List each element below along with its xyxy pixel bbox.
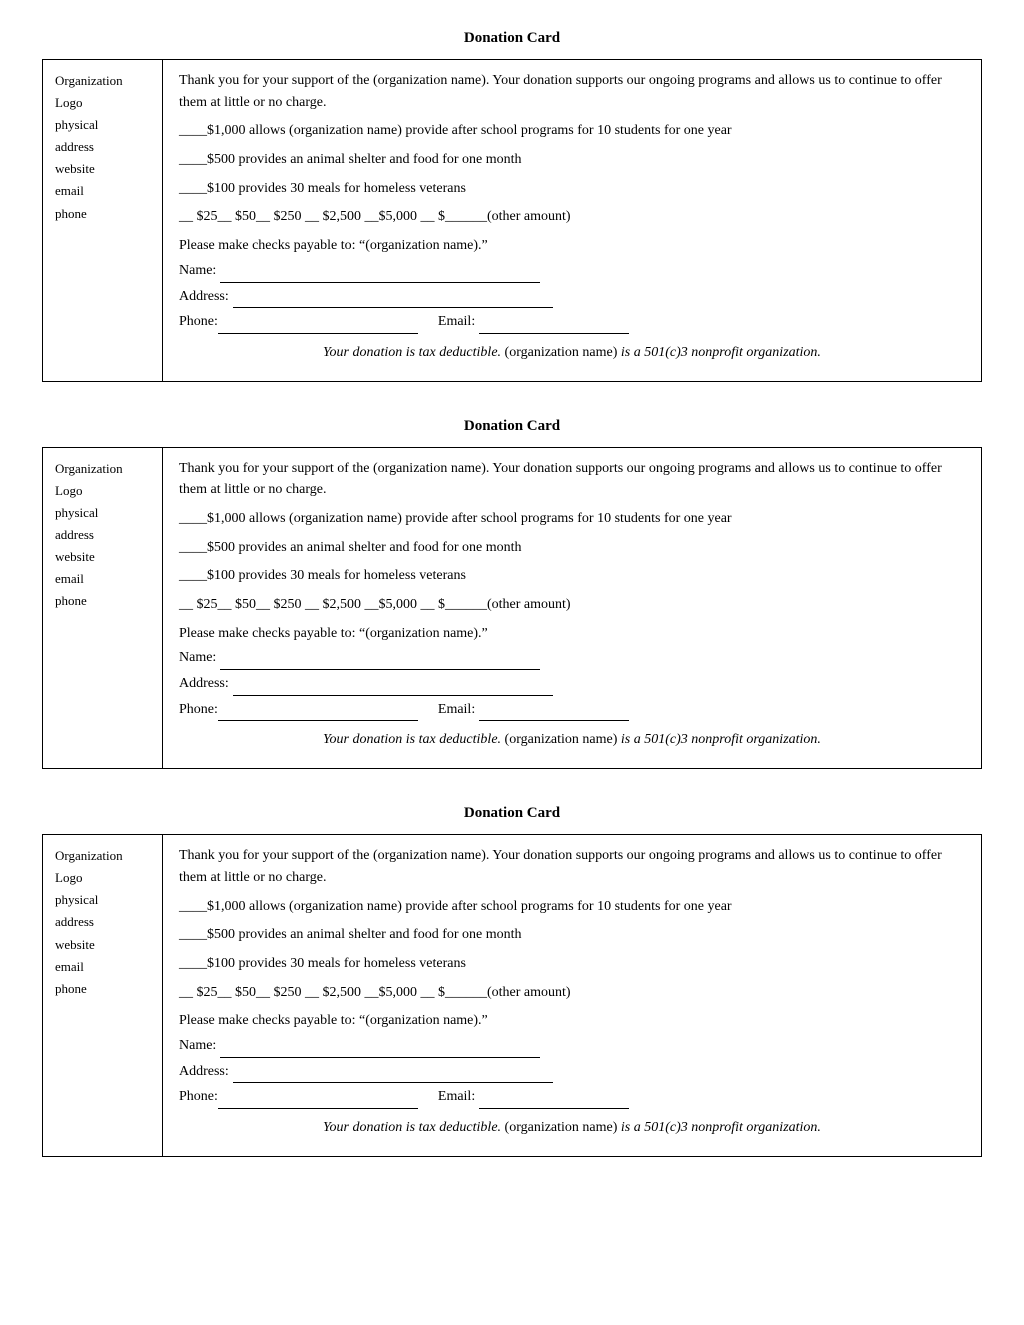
tax-italic-1: Your donation is tax deductible. (323, 345, 501, 360)
form-section: Please make checks payable to: “(organiz… (179, 235, 965, 334)
donation-card: Donation Card OrganizationLogophysicaladd… (42, 805, 982, 1157)
amounts-line: __ $25__ $50__ $250 __ $2,500 __$5,000 _… (179, 594, 965, 616)
donation-line-1: ____$1,000 allows (organization name) pr… (179, 120, 965, 142)
email-label: Email: (438, 1086, 475, 1108)
logo-line: Logo (55, 480, 150, 502)
phone-email-line: Phone: Email: (179, 1086, 965, 1109)
tax-line: Your donation is tax deductible. (organi… (179, 729, 965, 751)
card-title: Donation Card (42, 418, 982, 435)
content-box: Thank you for your support of the (organ… (163, 60, 981, 381)
tax-italic-1: Your donation is tax deductible. (323, 1120, 501, 1135)
phone-email-line: Phone: Email: (179, 311, 965, 334)
logo-line: address (55, 524, 150, 546)
logo-line: physical (55, 114, 150, 136)
address-line: Address: (179, 286, 965, 309)
address-underline (233, 286, 553, 309)
logo-line: website (55, 158, 150, 180)
logo-line: address (55, 911, 150, 933)
logo-line: Organization (55, 845, 150, 867)
intro-text: Thank you for your support of the (organ… (179, 458, 965, 501)
logo-line: Organization (55, 70, 150, 92)
name-underline (220, 1035, 540, 1058)
tax-italic-2: is a 501(c)3 nonprofit organization. (621, 345, 821, 360)
phone-underline (218, 311, 418, 334)
logo-line: phone (55, 978, 150, 1000)
name-line: Name: (179, 260, 965, 283)
card-body: OrganizationLogophysicaladdresswebsiteem… (42, 834, 982, 1157)
address-label: Address: (179, 673, 229, 695)
donation-line-1: ____$1,000 allows (organization name) pr… (179, 508, 965, 530)
name-label: Name: (179, 1035, 216, 1057)
donation-card: Donation Card OrganizationLogophysicaladd… (42, 418, 982, 770)
email-label: Email: (438, 699, 475, 721)
logo-line: email (55, 180, 150, 202)
logo-line: Organization (55, 458, 150, 480)
donation-line-2: ____$500 provides an animal shelter and … (179, 537, 965, 559)
logo-line: phone (55, 590, 150, 612)
address-underline (233, 1061, 553, 1084)
tax-italic-2: is a 501(c)3 nonprofit organization. (621, 1120, 821, 1135)
tax-italic-2: is a 501(c)3 nonprofit organization. (621, 732, 821, 747)
address-line: Address: (179, 673, 965, 696)
logo-line: Logo (55, 92, 150, 114)
email-underline (479, 699, 629, 722)
phone-underline (218, 1086, 418, 1109)
logo-line: website (55, 934, 150, 956)
logo-line: phone (55, 203, 150, 225)
logo-line: address (55, 136, 150, 158)
name-line: Name: (179, 1035, 965, 1058)
logo-line: Logo (55, 867, 150, 889)
donation-line-2: ____$500 provides an animal shelter and … (179, 149, 965, 171)
address-label: Address: (179, 286, 229, 308)
form-section: Please make checks payable to: “(organiz… (179, 1010, 965, 1109)
amounts-line: __ $25__ $50__ $250 __ $2,500 __$5,000 _… (179, 206, 965, 228)
address-underline (233, 673, 553, 696)
logo-line: email (55, 956, 150, 978)
logo-box: OrganizationLogophysicaladdresswebsiteem… (43, 448, 163, 769)
donation-card: Donation Card OrganizationLogophysicaladd… (42, 30, 982, 382)
name-line: Name: (179, 647, 965, 670)
name-underline (220, 260, 540, 283)
phone-label: Phone: (179, 699, 218, 721)
intro-text: Thank you for your support of the (organ… (179, 70, 965, 113)
tax-line: Your donation is tax deductible. (organi… (179, 1117, 965, 1139)
card-title: Donation Card (42, 30, 982, 47)
address-line: Address: (179, 1061, 965, 1084)
name-underline (220, 647, 540, 670)
email-underline (479, 1086, 629, 1109)
card-body: OrganizationLogophysicaladdresswebsiteem… (42, 59, 982, 382)
email-label: Email: (438, 311, 475, 333)
tax-italic-1: Your donation is tax deductible. (323, 732, 501, 747)
donation-line-3: ____$100 provides 30 meals for homeless … (179, 178, 965, 200)
phone-label: Phone: (179, 311, 218, 333)
phone-email-line: Phone: Email: (179, 699, 965, 722)
intro-text: Thank you for your support of the (organ… (179, 845, 965, 888)
logo-line: email (55, 568, 150, 590)
donation-line-3: ____$100 provides 30 meals for homeless … (179, 565, 965, 587)
name-label: Name: (179, 647, 216, 669)
card-body: OrganizationLogophysicaladdresswebsiteem… (42, 447, 982, 770)
logo-box: OrganizationLogophysicaladdresswebsiteem… (43, 835, 163, 1156)
logo-line: physical (55, 502, 150, 524)
tax-line: Your donation is tax deductible. (organi… (179, 342, 965, 364)
name-label: Name: (179, 260, 216, 282)
address-label: Address: (179, 1061, 229, 1083)
amounts-line: __ $25__ $50__ $250 __ $2,500 __$5,000 _… (179, 982, 965, 1004)
checks-payable-text: Please make checks payable to: “(organiz… (179, 1010, 965, 1032)
checks-payable-text: Please make checks payable to: “(organiz… (179, 235, 965, 257)
logo-line: website (55, 546, 150, 568)
phone-label: Phone: (179, 1086, 218, 1108)
phone-underline (218, 699, 418, 722)
donation-line-2: ____$500 provides an animal shelter and … (179, 924, 965, 946)
form-section: Please make checks payable to: “(organiz… (179, 623, 965, 722)
card-title: Donation Card (42, 805, 982, 822)
email-underline (479, 311, 629, 334)
content-box: Thank you for your support of the (organ… (163, 448, 981, 769)
donation-line-1: ____$1,000 allows (organization name) pr… (179, 896, 965, 918)
checks-payable-text: Please make checks payable to: “(organiz… (179, 623, 965, 645)
logo-box: OrganizationLogophysicaladdresswebsiteem… (43, 60, 163, 381)
logo-line: physical (55, 889, 150, 911)
content-box: Thank you for your support of the (organ… (163, 835, 981, 1156)
donation-line-3: ____$100 provides 30 meals for homeless … (179, 953, 965, 975)
